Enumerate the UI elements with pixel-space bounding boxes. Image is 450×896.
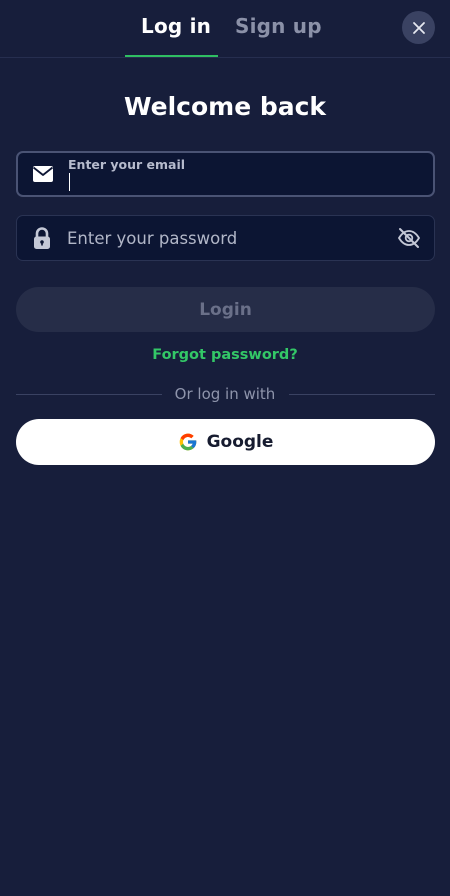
divider-right: [289, 394, 435, 395]
eye-off-icon[interactable]: [397, 226, 421, 250]
password-field[interactable]: [16, 215, 435, 261]
auth-header: Log in Sign up: [0, 0, 450, 58]
email-field-label: Enter your email: [68, 157, 186, 172]
tab-sign-up[interactable]: Sign up: [235, 14, 322, 38]
close-icon: [412, 21, 425, 34]
forgot-password-link[interactable]: Forgot password?: [0, 347, 450, 363]
google-button-label: Google: [206, 432, 274, 452]
login-button[interactable]: Login: [16, 287, 435, 332]
envelope-icon: [32, 165, 54, 183]
lock-icon: [31, 226, 53, 250]
email-input[interactable]: [68, 173, 418, 193]
password-input[interactable]: [67, 227, 387, 249]
active-tab-indicator: [125, 55, 218, 57]
close-button[interactable]: [402, 11, 435, 44]
tab-log-in[interactable]: Log in: [141, 14, 211, 38]
text-caret: [69, 173, 70, 191]
google-login-button[interactable]: Google: [16, 419, 435, 465]
email-field[interactable]: Enter your email: [16, 151, 435, 197]
page-title: Welcome back: [123, 92, 327, 121]
google-icon: [178, 432, 198, 452]
